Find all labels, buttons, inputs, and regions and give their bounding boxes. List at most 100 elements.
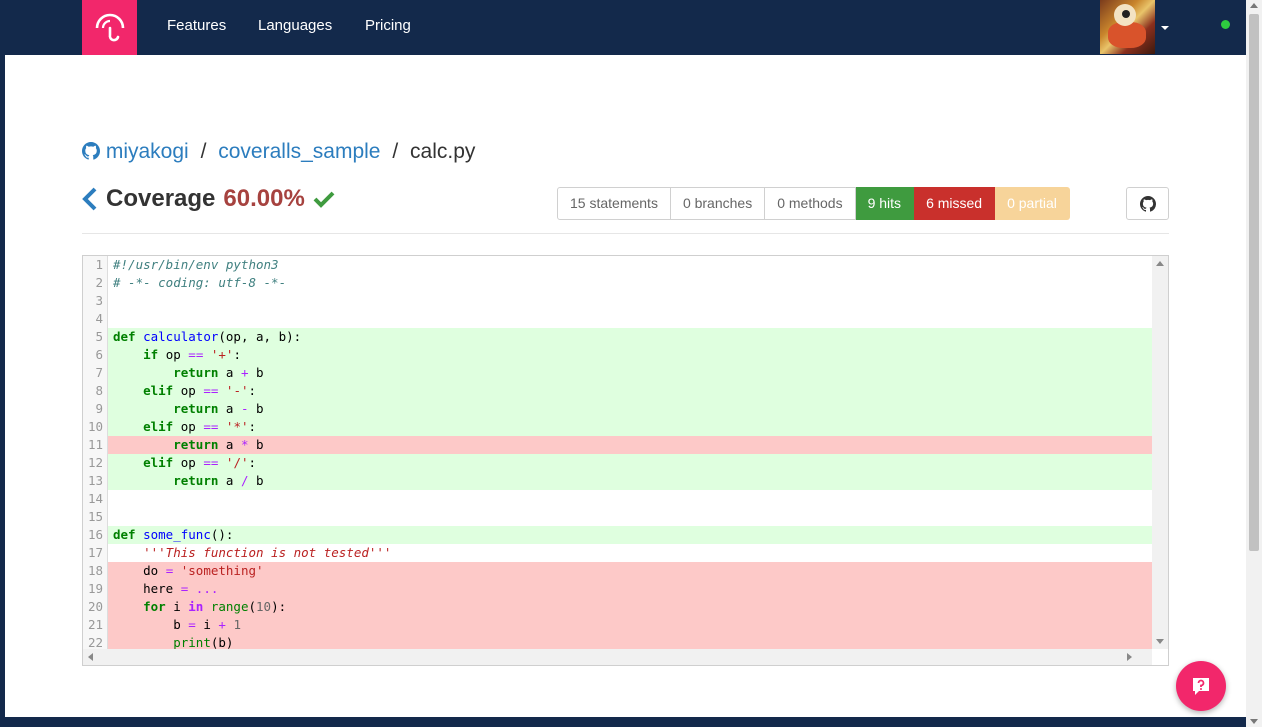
line-number: 12	[83, 454, 108, 472]
code-line: 5 def calculator(op, a, b):	[83, 328, 1152, 346]
code-text: return a - b	[108, 400, 1152, 418]
source-code-viewer[interactable]: 1 #!/usr/bin/env python3 2 # -*- coding: ut…	[82, 255, 1169, 666]
breadcrumb-repo-link[interactable]: coveralls_sample	[218, 140, 380, 163]
code-text: #!/usr/bin/env python3	[113, 257, 279, 272]
stat-hits[interactable]: 9 hits	[855, 187, 915, 220]
umbrella-logo-icon	[95, 13, 124, 41]
line-number: 5	[83, 328, 108, 346]
code-text: b = i + 1	[108, 616, 1152, 634]
code-line: 18 do = 'something'	[83, 562, 1152, 580]
code-text: elif op == '/':	[108, 454, 1152, 472]
github-icon	[82, 142, 101, 160]
github-icon	[1139, 195, 1156, 212]
scroll-right-icon[interactable]	[1127, 653, 1132, 661]
line-number: 15	[83, 508, 108, 526]
code-line: 10 elif op == '*':	[83, 418, 1152, 436]
page-scrollbar[interactable]	[1246, 0, 1262, 727]
scroll-down-icon[interactable]	[1250, 719, 1258, 724]
breadcrumb-separator: /	[200, 140, 207, 163]
stat-missed[interactable]: 6 missed	[914, 187, 996, 220]
line-number: 1	[83, 256, 108, 274]
code-line: 12 elif op == '/':	[83, 454, 1152, 472]
coverage-heading: Coverage 60.00%	[82, 185, 335, 213]
code-line: 11 return a * b	[83, 436, 1152, 454]
code-text: elif op == '-':	[108, 382, 1152, 400]
line-number: 13	[83, 472, 108, 490]
user-avatar[interactable]	[1100, 0, 1155, 54]
code-line: 3	[83, 292, 1152, 310]
divider	[82, 233, 1169, 234]
coverage-stats: 15 statements 0 branches 0 methods 9 hit…	[557, 187, 1070, 220]
code-vertical-scrollbar[interactable]	[1152, 256, 1168, 649]
line-number: 7	[83, 364, 108, 382]
code-text: return a / b	[108, 472, 1152, 490]
code-text: def calculator(op, a, b):	[108, 328, 1152, 346]
code-line: 9 return a - b	[83, 400, 1152, 418]
scrollbar-thumb[interactable]	[1249, 14, 1259, 551]
breadcrumb: miyakogi / coveralls_sample / calc.py	[82, 140, 475, 164]
line-number: 9	[83, 400, 108, 418]
code-text: def some_func():	[108, 526, 1152, 544]
line-number: 2	[83, 274, 108, 292]
code-line: 15	[83, 508, 1152, 526]
chat-question-icon	[1193, 678, 1209, 695]
breadcrumb-separator: /	[392, 140, 399, 163]
nav-languages[interactable]: Languages	[258, 17, 332, 34]
code-line: 17 '''This function is not tested'''	[83, 544, 1152, 562]
code-line: 2 # -*- coding: utf-8 -*-	[83, 274, 1152, 292]
code-line: 4	[83, 310, 1152, 328]
code-line: 16 def some_func():	[83, 526, 1152, 544]
code-line: 1 #!/usr/bin/env python3	[83, 256, 1152, 274]
chevron-left-icon[interactable]	[82, 187, 98, 211]
line-number: 4	[83, 310, 108, 328]
line-number: 14	[83, 490, 108, 508]
line-number: 19	[83, 580, 108, 598]
stat-partial[interactable]: 0 partial	[995, 187, 1070, 220]
breadcrumb-owner-link[interactable]: miyakogi	[106, 140, 189, 163]
top-navbar: Features Languages Pricing	[5, 0, 1246, 55]
scroll-down-icon[interactable]	[1156, 639, 1164, 644]
code-text: return a + b	[108, 364, 1152, 382]
nav-features[interactable]: Features	[167, 17, 226, 34]
code-line: 21 b = i + 1	[83, 616, 1152, 634]
chevron-down-icon[interactable]	[1161, 26, 1169, 30]
code-line: 8 elif op == '-':	[83, 382, 1152, 400]
code-text: here = ...	[108, 580, 1152, 598]
code-text: do = 'something'	[108, 562, 1152, 580]
code-text: # -*- coding: utf-8 -*-	[113, 275, 287, 290]
code-line: 7 return a + b	[83, 364, 1152, 382]
code-text: '''This function is not tested'''	[113, 545, 392, 560]
coverage-label: Coverage	[106, 185, 216, 212]
breadcrumb-file: calc.py	[410, 140, 476, 163]
help-chat-button[interactable]	[1176, 661, 1226, 711]
code-lines: 1 #!/usr/bin/env python3 2 # -*- coding: ut…	[83, 256, 1152, 652]
line-number: 16	[83, 526, 108, 544]
github-source-button[interactable]	[1126, 187, 1169, 220]
scroll-up-icon[interactable]	[1156, 261, 1164, 266]
code-line: 20 for i in range(10):	[83, 598, 1152, 616]
stat-statements[interactable]: 15 statements	[557, 187, 671, 220]
code-horizontal-scrollbar[interactable]	[83, 649, 1152, 665]
line-number: 17	[83, 544, 108, 562]
line-number: 3	[83, 292, 108, 310]
window-edge	[0, 0, 5, 727]
code-line: 19 here = ...	[83, 580, 1152, 598]
nav-pricing[interactable]: Pricing	[365, 17, 411, 34]
stat-methods[interactable]: 0 methods	[765, 187, 856, 220]
code-text: return a * b	[108, 436, 1152, 454]
code-line: 13 return a / b	[83, 472, 1152, 490]
line-number: 11	[83, 436, 108, 454]
line-number: 6	[83, 346, 108, 364]
code-text: for i in range(10):	[108, 598, 1152, 616]
scroll-up-icon[interactable]	[1250, 3, 1258, 8]
code-line: 6 if op == '+':	[83, 346, 1152, 364]
coveralls-logo[interactable]	[82, 0, 137, 55]
code-line: 14	[83, 490, 1152, 508]
line-number: 10	[83, 418, 108, 436]
scroll-left-icon[interactable]	[88, 653, 93, 661]
line-number: 18	[83, 562, 108, 580]
stat-branches[interactable]: 0 branches	[670, 187, 766, 220]
code-text: if op == '+':	[108, 346, 1152, 364]
